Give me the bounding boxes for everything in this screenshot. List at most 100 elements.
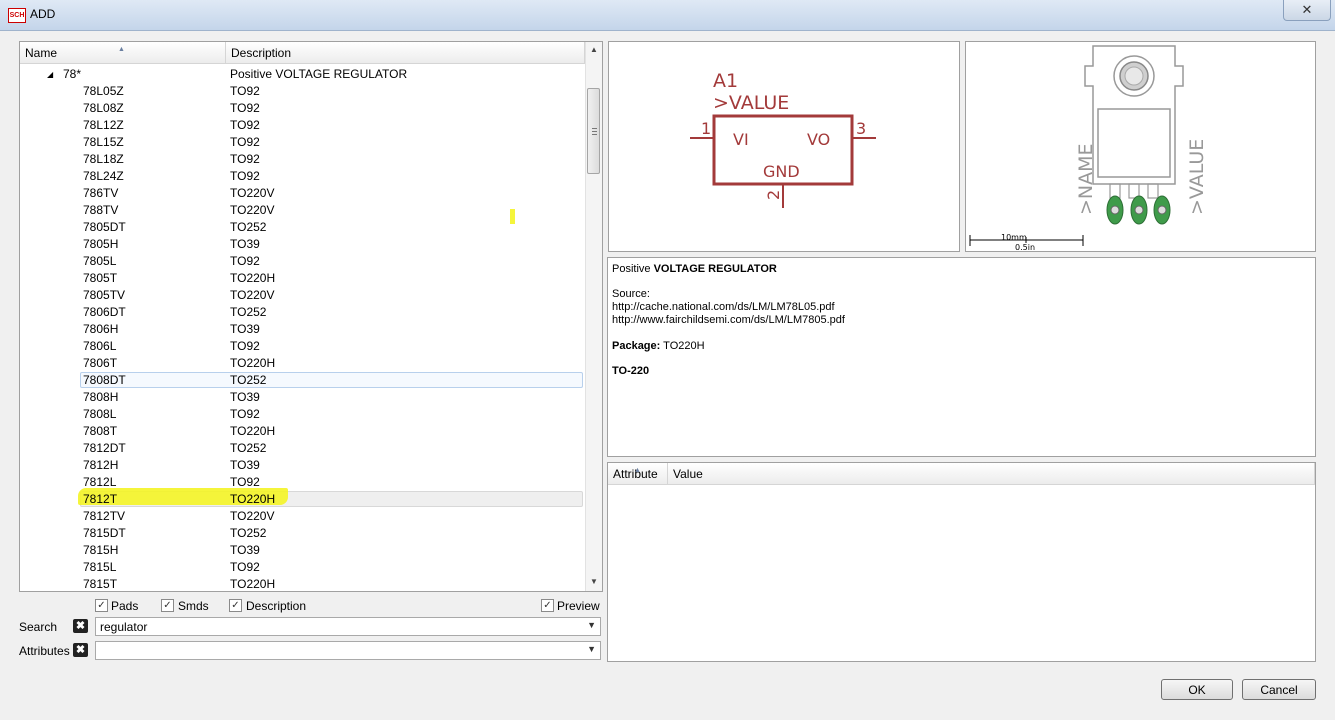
description-label: Description [246,599,307,613]
device-package: TO252 [230,373,267,387]
mounting-hole-inner [1124,66,1144,86]
device-row[interactable]: 7808T TO220H [20,423,585,440]
scroll-down-icon[interactable]: ▼ [590,577,598,586]
symbol-name-text: A1 [713,70,738,92]
search-dropdown-icon[interactable]: ▼ [587,620,596,630]
device-row[interactable]: 78L08Z TO92 [20,100,585,117]
close-button[interactable]: ✕ [1283,0,1331,21]
sort-ascending-icon: ▲ [634,467,641,474]
device-package: TO220V [230,509,275,523]
pin-gnd-label: GND [763,162,800,181]
package-name-text: >NAME [1075,143,1097,215]
device-row[interactable]: 7805T TO220H [20,270,585,287]
column-header-description-label: Description [231,46,292,60]
device-row[interactable]: 7808DT TO252 [20,372,585,389]
smds-checkbox[interactable]: ✓ [161,599,174,612]
device-row[interactable]: 78L24Z TO92 [20,168,585,185]
device-package: TO39 [230,543,260,557]
device-row[interactable]: 7812H TO39 [20,457,585,474]
device-package: TO252 [230,441,267,455]
device-package: TO92 [230,84,260,98]
device-row[interactable]: 78L15Z TO92 [20,134,585,151]
device-row[interactable]: 7808L TO92 [20,406,585,423]
column-header-description[interactable]: Description [226,42,585,64]
package-label: Package: [612,340,661,352]
pin-vo-label: VO [807,130,830,149]
device-name: 7805T [83,271,118,285]
sort-ascending-icon: ▲ [118,46,125,53]
attributes-table[interactable]: Attribute ▲ Value [607,462,1316,662]
device-package: TO92 [230,560,260,574]
column-header-name[interactable]: Name ▲ [20,42,226,64]
scroll-thumb[interactable] [587,88,600,174]
search-input[interactable] [100,620,570,634]
device-row[interactable]: 7805L TO92 [20,253,585,270]
tree-parent-row[interactable]: ◢ 78* Positive VOLTAGE REGULATOR [20,66,585,83]
vertical-scrollbar[interactable]: ▲ ▼ [585,42,602,591]
attributes-label: Attributes [19,644,70,658]
device-name: 7806DT [83,305,126,319]
attributes-combo[interactable]: ▼ [95,641,601,660]
scroll-up-icon[interactable]: ▲ [590,45,598,54]
device-row[interactable]: 7805DT TO252 [20,219,585,236]
device-row[interactable]: 78L05Z TO92 [20,83,585,100]
attributes-dropdown-icon[interactable]: ▼ [587,644,596,654]
clear-attributes-icon[interactable]: ✖ [73,643,88,657]
device-row[interactable]: 7815H TO39 [20,542,585,559]
package-footprint: >NAME >VALUE 10mm 0.5in [969,45,1208,252]
device-package: TO92 [230,169,260,183]
device-name: 78L12Z [83,118,124,132]
device-row[interactable]: 7806DT TO252 [20,304,585,321]
device-name: 7806H [83,322,119,336]
device-name: 7808H [83,390,119,404]
device-row[interactable]: 7815DT TO252 [20,525,585,542]
close-icon: ✕ [1301,2,1313,17]
device-package: TO220H [230,424,276,438]
device-row[interactable]: 7812TV TO220V [20,508,585,525]
device-name: 7808L [83,407,117,421]
device-row[interactable]: 786TV TO220V [20,185,585,202]
device-name: 7815L [83,560,117,574]
cancel-button[interactable]: Cancel [1242,679,1316,700]
device-row[interactable]: 788TV TO220V [20,202,585,219]
device-name: 7806L [83,339,117,353]
ok-button[interactable]: OK [1161,679,1233,700]
device-row[interactable]: 7815T TO220H [20,576,585,591]
device-package: TO252 [230,305,267,319]
device-row[interactable]: 7815L TO92 [20,559,585,576]
device-row[interactable]: 78L18Z TO92 [20,151,585,168]
preview-checkbox[interactable]: ✓ [541,599,554,612]
device-name: 78L08Z [83,101,124,115]
device-row[interactable]: 7808H TO39 [20,389,585,406]
device-package: TO252 [230,220,267,234]
device-name: 7815T [83,577,118,591]
device-package: TO220V [230,203,275,217]
column-header-attribute[interactable]: Attribute ▲ [608,463,668,485]
device-row[interactable]: 7806T TO220H [20,355,585,372]
column-header-value[interactable]: Value [668,463,1315,485]
device-row[interactable]: 7806H TO39 [20,321,585,338]
device-name: 7805TV [83,288,126,302]
device-row[interactable]: 78L12Z TO92 [20,117,585,134]
title-bar: SCH ADD ✕ [0,0,1335,31]
attributes-input[interactable] [100,644,570,658]
device-name: 7812H [83,458,119,472]
device-list[interactable]: Name ▲ Description ◢ 78* Positive VOLTAG… [19,41,603,592]
device-package: TO220H [230,271,276,285]
description-title-bold: VOLTAGE REGULATOR [653,263,777,275]
expand-triangle-icon[interactable]: ◢ [47,66,53,83]
pin-vi-label: VI [733,130,749,149]
device-package: TO92 [230,118,260,132]
clear-search-icon[interactable]: ✖ [73,619,88,633]
pads-checkbox[interactable]: ✓ [95,599,108,612]
description-checkbox[interactable]: ✓ [229,599,242,612]
search-label: Search [19,620,58,634]
device-row[interactable]: 7805H TO39 [20,236,585,253]
source-url-1: http://cache.national.com/ds/LM/LM78L05.… [612,301,835,313]
device-row[interactable]: 7806L TO92 [20,338,585,355]
device-name: 7808DT [83,373,126,387]
device-row[interactable]: 7812T TO220H [20,488,585,508]
device-row[interactable]: 7812DT TO252 [20,440,585,457]
search-combo[interactable]: ▼ [95,617,601,636]
device-row[interactable]: 7805TV TO220V [20,287,585,304]
